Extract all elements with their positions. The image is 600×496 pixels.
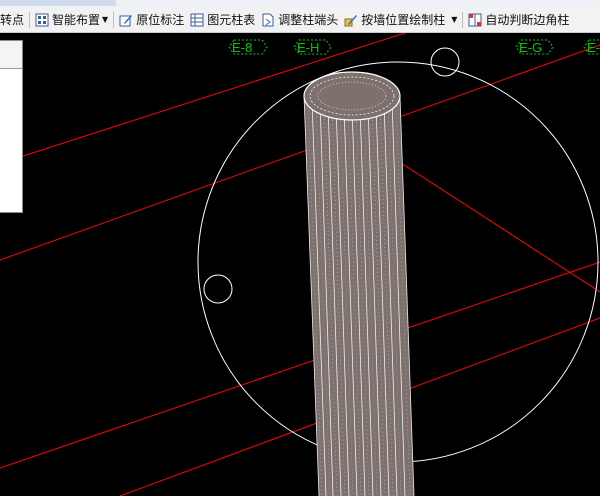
small-circle-left (203, 274, 233, 304)
axis-marker-e: E- (583, 39, 600, 55)
axis-marker-e8: E-8 (228, 39, 268, 55)
toolbar: 转点 智能布置 ▼ 原位标注 图元柱表 调整柱端头 按墙位置绘制柱 ▼ 自动判断… (0, 7, 600, 33)
axis-line (0, 261, 600, 469)
chevron-down-icon: ▼ (102, 15, 109, 24)
toolbar-auto-corner-column-label: 自动判断边角柱 (485, 13, 570, 27)
toolbar-point-button[interactable]: 转点 (0, 9, 27, 31)
side-panel-header (0, 41, 22, 69)
toolbar-element-column-table-label: 图元柱表 (207, 13, 256, 27)
axis-label: E-G (519, 40, 542, 55)
auto-corner-column-icon (468, 13, 482, 27)
column-body (304, 96, 414, 496)
toolbar-smart-layout-button[interactable]: 智能布置 ▼ (32, 9, 111, 31)
toolbar-in-place-annotation-label: 原位标注 (136, 13, 185, 27)
axis-label: E-H (297, 40, 319, 55)
column-top-face (303, 71, 401, 121)
toolbar-separator (462, 11, 464, 28)
toolbar-separator (113, 11, 115, 28)
cad-canvas[interactable]: E-8 E-H E-G E- (0, 33, 600, 496)
in-place-annotation-icon (119, 13, 133, 27)
toolbar-point-label: 转点 (0, 13, 25, 27)
axis-marker-eg: E-G (515, 39, 554, 55)
toolbar-draw-column-by-wall-label: 按墙位置绘制柱 (361, 13, 446, 27)
toolbar-adjust-column-end-button[interactable]: 调整柱端头 (258, 9, 341, 31)
axis-label: E-8 (232, 40, 252, 55)
smart-layout-icon (35, 13, 49, 27)
toolbar-adjust-column-end-label: 调整柱端头 (278, 13, 339, 27)
toolbar-separator (29, 11, 31, 28)
chevron-down-icon: ▼ (451, 15, 458, 24)
toolbar-in-place-annotation-button[interactable]: 原位标注 (116, 9, 187, 31)
title-strip (0, 0, 600, 7)
adjust-column-end-icon (261, 13, 275, 27)
toolbar-draw-column-by-wall-button[interactable]: 按墙位置绘制柱 ▼ (341, 9, 460, 31)
toolbar-element-column-table-button[interactable]: 图元柱表 (187, 9, 258, 31)
axis-grid-lines (0, 33, 600, 496)
element-column-table-icon (190, 13, 204, 27)
column-wireframe (303, 71, 415, 496)
axis-marker-eh: E-H (293, 39, 332, 55)
side-panel[interactable] (0, 40, 23, 213)
title-accent (0, 0, 116, 6)
small-circle-top (430, 47, 460, 77)
axis-label: E- (587, 40, 600, 55)
axis-line (0, 44, 600, 261)
draw-column-by-wall-icon (344, 13, 358, 27)
toolbar-auto-corner-column-button[interactable]: 自动判断边角柱 (465, 9, 572, 31)
toolbar-smart-layout-label: 智能布置 (52, 13, 101, 27)
